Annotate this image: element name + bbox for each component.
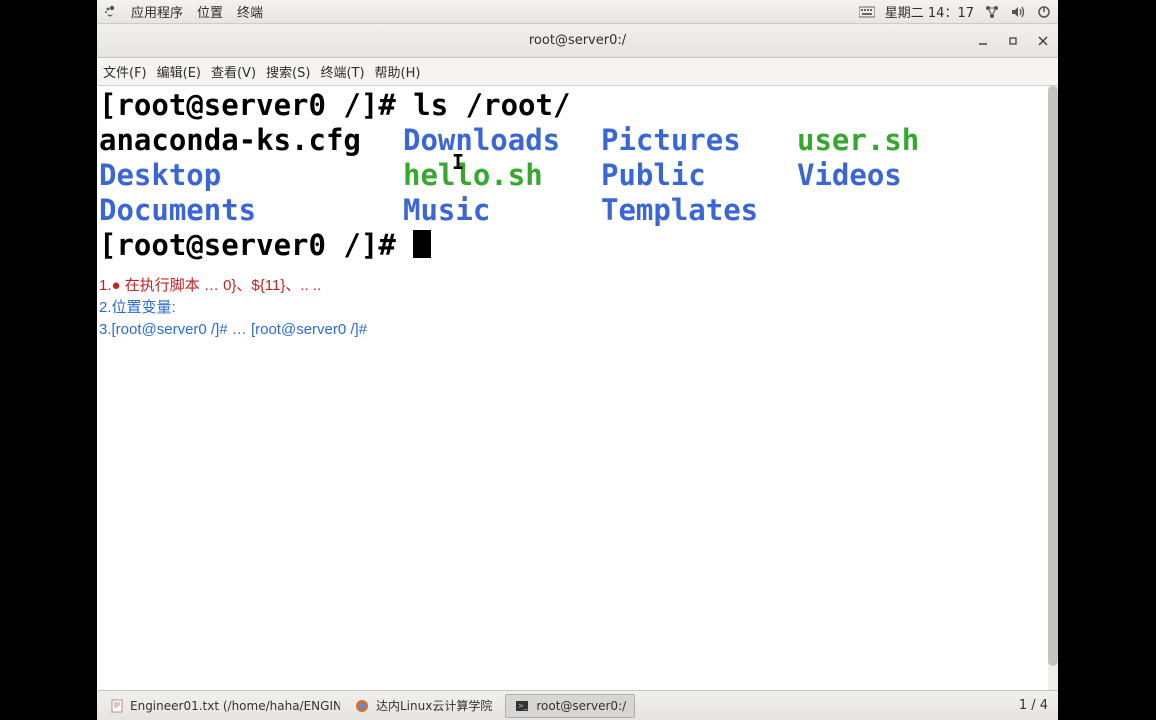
task-label-2: 达内Linux云计算学院 — [376, 697, 492, 714]
volume-icon[interactable] — [1010, 4, 1026, 20]
top-panel: 应用程序 位置 终端 星期二 14：17 — [97, 0, 1058, 24]
window-titlebar: root@server0:/ — [97, 24, 1058, 58]
dir-public: Public — [601, 158, 797, 193]
menu-view[interactable]: 查看(V) — [211, 62, 256, 81]
dir-desktop: Desktop — [99, 158, 403, 193]
power-icon[interactable] — [1036, 4, 1052, 20]
menu-file[interactable]: 文件(F) — [103, 62, 147, 81]
dir-documents: Documents — [99, 193, 403, 228]
ls-output: anaconda-ks.cfg Downloads Pictures user.… — [99, 123, 1056, 228]
gnome-logo-icon — [103, 5, 117, 19]
taskbar-item-tarena[interactable]: 达内Linux云计算学院 — [345, 694, 501, 718]
menu-terminal[interactable]: 终端(T) — [320, 62, 364, 81]
exec-user-sh: user.sh — [797, 123, 1056, 158]
taskbar-item-terminal[interactable]: >_ root@server0:/ — [505, 694, 635, 718]
taskbar-item-engineer[interactable]: Engineer01.txt (/home/haha/ENGIN… — [101, 694, 341, 718]
file-anaconda: anaconda-ks.cfg — [99, 123, 403, 158]
terminal-body[interactable]: [root@server0 /]# ls /root/ anaconda-ks.… — [97, 86, 1058, 690]
panel-terminal[interactable]: 终端 — [237, 2, 263, 21]
panel-datetime[interactable]: 星期二 14：17 — [885, 2, 974, 21]
dir-downloads: Downloads — [403, 123, 601, 158]
keyboard-icon[interactable] — [859, 4, 875, 20]
dir-templates: Templates — [601, 193, 797, 228]
terminal-icon: >_ — [514, 698, 530, 714]
panel-apps[interactable]: 应用程序 — [131, 2, 183, 21]
menubar: 文件(F) 编辑(E) 查看(V) 搜索(S) 终端(T) 帮助(H) — [97, 58, 1058, 86]
menu-search[interactable]: 搜索(S) — [266, 62, 310, 81]
workspace-pager[interactable]: 1 / 4 — [1009, 698, 1058, 713]
scrollbar[interactable] — [1048, 86, 1058, 690]
command-ls: ls /root/ — [413, 88, 570, 122]
dir-music: Music — [403, 193, 601, 228]
dir-pictures: Pictures — [601, 123, 797, 158]
task-label-3: root@server0:/ — [536, 699, 626, 713]
firefox-icon — [354, 698, 370, 714]
scrollbar-thumb[interactable] — [1048, 86, 1058, 666]
text-editor-icon — [110, 698, 124, 714]
svg-text:>_: >_ — [518, 702, 528, 710]
dir-videos: Videos — [797, 158, 1056, 193]
close-button[interactable] — [1034, 32, 1052, 50]
annotations-block: 1.● 在执行脚本 … 0}、${11}、.. .. 2.位置变量: 3.[ro… — [99, 275, 1056, 341]
annotation-2: 2.位置变量: — [99, 297, 1056, 319]
menu-help[interactable]: 帮助(H) — [375, 62, 421, 81]
text-caret-icon: I — [452, 145, 453, 163]
minimize-button[interactable] — [974, 32, 992, 50]
exec-hello-sh: hello.sh — [403, 158, 601, 193]
bottom-taskbar: Engineer01.txt (/home/haha/ENGIN… 达内Linu… — [97, 690, 1058, 720]
panel-places[interactable]: 位置 — [197, 2, 223, 21]
window-title: root@server0:/ — [529, 33, 626, 48]
task-label-1: Engineer01.txt (/home/haha/ENGIN… — [130, 699, 341, 713]
prompt-line-1: [root@server0 /]# — [99, 88, 413, 122]
menu-edit[interactable]: 编辑(E) — [157, 62, 201, 81]
annotation-1: 1.● 在执行脚本 … 0}、${11}、.. .. — [99, 275, 1056, 297]
network-icon[interactable] — [984, 4, 1000, 20]
terminal-cursor — [413, 230, 431, 258]
maximize-button[interactable] — [1004, 32, 1022, 50]
prompt-line-2: [root@server0 /]# — [99, 228, 413, 262]
annotation-3: 3.[root@server0 /]# … [root@server0 /]# — [99, 319, 1056, 341]
